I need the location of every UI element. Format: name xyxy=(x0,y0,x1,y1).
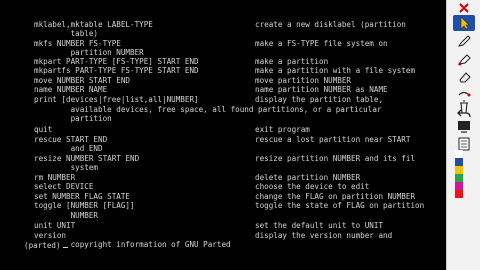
trash-icon[interactable] xyxy=(453,99,475,115)
help-line: mkpartfs PART-TYPE FS-TYPE START END make… xyxy=(0,57,415,75)
command-text: system xyxy=(34,163,99,172)
color-palette xyxy=(455,150,463,198)
description-text: display the version number and xyxy=(255,231,393,240)
help-line: print [devices|free|list,all|NUMBER] disp… xyxy=(0,86,383,104)
help-line: mkpart PART-TYPE [FS-TYPE] START END make… xyxy=(0,48,328,66)
command-text: move NUMBER START END xyxy=(34,76,131,85)
description-text: choose the device to edit xyxy=(255,182,370,191)
command-text: mkpartfs PART-TYPE FS-TYPE START END xyxy=(34,66,199,75)
color-magenta-swatch[interactable] xyxy=(455,182,463,190)
terminal-window[interactable]: mklabel,mktable LABEL-TYPE create a new d… xyxy=(0,0,446,270)
eraser-icon[interactable] xyxy=(453,69,475,85)
command-text: version xyxy=(34,231,67,240)
help-line: rm NUMBER delete partition NUMBER xyxy=(0,164,360,182)
command-text: available devices, free space, all found… xyxy=(34,105,382,114)
help-line: system xyxy=(0,154,98,172)
color-white-swatch[interactable] xyxy=(455,150,463,158)
help-line: name NUMBER NAME name partition NUMBER as… xyxy=(0,76,388,94)
command-text: and END xyxy=(34,144,103,153)
command-text: mkfs NUMBER FS-TYPE xyxy=(34,39,121,48)
help-line: partition xyxy=(0,105,112,123)
help-line: table) xyxy=(0,20,98,38)
help-line: partition NUMBER xyxy=(0,39,144,57)
command-text: partition NUMBER xyxy=(34,48,144,57)
highlighter-icon[interactable] xyxy=(453,51,475,67)
command-text: table) xyxy=(34,29,99,38)
description-text: rescue a lost partition near START xyxy=(255,135,411,144)
help-line: mkfs NUMBER FS-TYPE make a FS-TYPE file s… xyxy=(0,30,388,48)
command-text: set NUMBER FLAG STATE xyxy=(34,192,131,201)
command-text: resize NUMBER START END xyxy=(34,154,140,163)
help-line: rescue START END rescue a lost partition … xyxy=(0,126,410,144)
help-line: and END xyxy=(0,135,103,153)
description-text: set the default unit to UNIT xyxy=(255,221,384,230)
description-text: make a partition xyxy=(255,57,329,66)
description-text: exit program xyxy=(255,125,310,134)
help-line: version display the version number and xyxy=(0,222,392,240)
prompt-text: (parted) xyxy=(24,241,61,250)
close-icon[interactable] xyxy=(453,0,475,16)
description-text: make a partition with a file system xyxy=(255,66,416,75)
help-line: NUMBER xyxy=(0,202,98,220)
description-text: change the FLAG on partition NUMBER xyxy=(255,192,416,201)
description-text: display the partition table, xyxy=(255,95,384,104)
command-text: name NUMBER NAME xyxy=(34,85,108,94)
help-line: toggle [NUMBER [FLAG]] toggle the state o… xyxy=(0,192,424,210)
help-line: select DEVICE choose the device to edit xyxy=(0,173,369,191)
help-line: unit UNIT set the default unit to UNIT xyxy=(0,212,383,230)
command-text: toggle [NUMBER [FLAG]] xyxy=(34,201,135,210)
command-text: mkpart PART-TYPE [FS-TYPE] START END xyxy=(34,57,199,66)
command-text: rm NUMBER xyxy=(34,173,76,182)
help-line: resize NUMBER START END resize partition … xyxy=(0,145,415,163)
description-text: create a new disklabel (partition xyxy=(255,20,406,29)
screen-icon[interactable] xyxy=(453,118,475,134)
command-text: NUMBER xyxy=(34,211,99,220)
description-text: make a FS-TYPE file system on xyxy=(255,39,388,48)
pen-icon[interactable] xyxy=(453,33,475,49)
help-line: mklabel,mktable LABEL-TYPE create a new d… xyxy=(0,11,406,29)
command-text: rescue START END xyxy=(34,135,108,144)
description-text: move partition NUMBER xyxy=(255,76,352,85)
color-red-swatch[interactable] xyxy=(455,190,463,198)
help-line: copyright information of GNU Parted xyxy=(0,231,231,249)
text-cursor xyxy=(62,247,68,248)
help-line: set NUMBER FLAG STATE change the FLAG on … xyxy=(0,183,415,201)
color-green-swatch[interactable] xyxy=(455,174,463,182)
command-text: select DEVICE xyxy=(34,182,94,191)
help-line: move NUMBER START END move partition NUMB… xyxy=(0,67,351,85)
description-text: name partition NUMBER as NAME xyxy=(255,85,388,94)
command-prompt[interactable]: (parted) xyxy=(0,241,68,250)
description-text: resize partition NUMBER and its fil xyxy=(255,154,416,163)
color-blue-swatch[interactable] xyxy=(455,158,463,166)
command-text: partition xyxy=(34,114,112,123)
command-text: mklabel,mktable LABEL-TYPE xyxy=(34,20,153,29)
help-line: quit exit program xyxy=(0,116,310,134)
help-line: available devices, free space, all found… xyxy=(0,96,382,114)
color-yellow-swatch[interactable] xyxy=(455,166,463,174)
pointer-icon[interactable] xyxy=(453,15,475,31)
description-text: delete partition NUMBER xyxy=(255,173,361,182)
annotation-toolbar xyxy=(446,0,480,270)
description-text: toggle the state of FLAG on partition xyxy=(255,201,425,210)
command-text: print [devices|free|list,all|NUMBER] xyxy=(34,95,199,104)
command-text: quit xyxy=(34,125,53,134)
command-text: unit UNIT xyxy=(34,221,76,230)
